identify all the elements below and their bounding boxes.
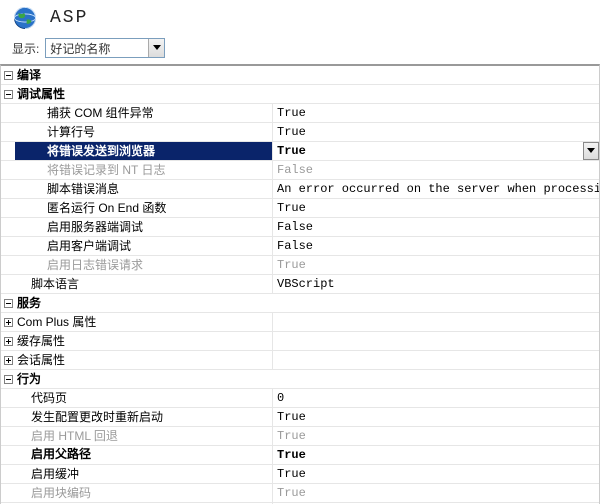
category-row[interactable]: 行为: [1, 370, 599, 389]
property-name: 启用缓冲: [15, 465, 273, 483]
category-row[interactable]: 缓存属性: [1, 332, 599, 351]
globe-icon: [12, 5, 38, 31]
property-value[interactable]: True: [273, 199, 599, 217]
property-name: 启用块编码: [15, 484, 273, 502]
exp-spacer: [1, 218, 15, 236]
page-title: ASP: [50, 8, 88, 28]
category-label: 服务: [15, 294, 599, 312]
collapse-icon[interactable]: [1, 294, 15, 312]
exp-spacer: [1, 256, 15, 274]
property-value[interactable]: True: [273, 484, 599, 502]
collapse-icon[interactable]: [1, 85, 15, 103]
property-row[interactable]: 启用缓冲True: [1, 465, 599, 484]
property-value[interactable]: 0: [273, 389, 599, 407]
filter-label: 显示:: [12, 40, 39, 57]
chevron-down-icon[interactable]: [583, 142, 599, 160]
property-value[interactable]: True: [273, 465, 599, 483]
property-name: 捕获 COM 组件异常: [15, 104, 273, 122]
property-value[interactable]: True: [273, 123, 599, 141]
chevron-down-icon: [148, 39, 164, 57]
property-row[interactable]: 启用服务器端调试False: [1, 218, 599, 237]
property-row[interactable]: 捕获 COM 组件异常True: [1, 104, 599, 123]
collapse-icon[interactable]: [1, 370, 15, 388]
exp-spacer: [1, 484, 15, 502]
property-row[interactable]: 发生配置更改时重新启动True: [1, 408, 599, 427]
category-label: 行为: [15, 370, 599, 388]
expand-icon[interactable]: [1, 332, 15, 350]
property-row[interactable]: 计算行号True: [1, 123, 599, 142]
category-label: Com Plus 属性: [15, 313, 273, 331]
property-name: 代码页: [15, 389, 273, 407]
category-label: 缓存属性: [15, 332, 273, 350]
property-row[interactable]: 启用父路径True: [1, 446, 599, 465]
property-value[interactable]: True: [273, 104, 599, 122]
exp-spacer: [1, 142, 15, 160]
property-name: 将错误记录到 NT 日志: [15, 161, 273, 179]
property-name: 将错误发送到浏览器: [15, 142, 273, 160]
property-value[interactable]: True: [273, 256, 599, 274]
property-row[interactable]: 将错误发送到浏览器True: [1, 142, 599, 161]
property-row[interactable]: 启用 HTML 回退True: [1, 427, 599, 446]
property-row[interactable]: 启用日志错误请求True: [1, 256, 599, 275]
property-name: 启用客户端调试: [15, 237, 273, 255]
property-row[interactable]: 脚本错误消息An error occurred on the server wh…: [1, 180, 599, 199]
property-value[interactable]: True: [273, 142, 599, 160]
category-row[interactable]: 服务: [1, 294, 599, 313]
expand-icon[interactable]: [1, 351, 15, 369]
exp-spacer: [1, 237, 15, 255]
property-row[interactable]: 启用客户端调试False: [1, 237, 599, 256]
category-row[interactable]: 会话属性: [1, 351, 599, 370]
property-name: 发生配置更改时重新启动: [15, 408, 273, 426]
display-filter-combo[interactable]: 好记的名称: [45, 38, 165, 58]
property-value[interactable]: True: [273, 446, 599, 464]
property-name: 计算行号: [15, 123, 273, 141]
category-row[interactable]: Com Plus 属性: [1, 313, 599, 332]
property-name: 启用服务器端调试: [15, 218, 273, 236]
property-value[interactable]: False: [273, 237, 599, 255]
category-row[interactable]: 调试属性: [1, 85, 599, 104]
category-label: 编译: [15, 66, 599, 84]
display-filter-value: 好记的名称: [46, 38, 148, 59]
exp-spacer: [1, 446, 15, 464]
exp-spacer: [1, 275, 15, 293]
exp-spacer: [1, 104, 15, 122]
expand-icon[interactable]: [1, 313, 15, 331]
category-label: 会话属性: [15, 351, 273, 369]
exp-spacer: [1, 180, 15, 198]
property-name: 启用 HTML 回退: [15, 427, 273, 445]
filter-row: 显示: 好记的名称: [0, 36, 600, 64]
category-row[interactable]: 编译: [1, 66, 599, 85]
category-label: 调试属性: [15, 85, 599, 103]
property-row[interactable]: 启用块编码True: [1, 484, 599, 503]
property-value[interactable]: VBScript: [273, 275, 599, 293]
property-grid: 编译调试属性捕获 COM 组件异常True计算行号True将错误发送到浏览器Tr…: [0, 64, 600, 504]
exp-spacer: [1, 427, 15, 445]
property-name: 启用日志错误请求: [15, 256, 273, 274]
exp-spacer: [1, 123, 15, 141]
property-row[interactable]: 将错误记录到 NT 日志False: [1, 161, 599, 180]
property-row[interactable]: 代码页0: [1, 389, 599, 408]
property-value: [273, 351, 599, 369]
page-header: ASP: [0, 0, 600, 36]
property-value[interactable]: An error occurred on the server when pro…: [273, 180, 599, 198]
property-value[interactable]: False: [273, 218, 599, 236]
property-value[interactable]: False: [273, 161, 599, 179]
property-name: 脚本语言: [15, 275, 273, 293]
collapse-icon[interactable]: [1, 66, 15, 84]
exp-spacer: [1, 199, 15, 217]
property-name: 启用父路径: [15, 446, 273, 464]
property-name: 匿名运行 On End 函数: [15, 199, 273, 217]
property-value[interactable]: True: [273, 408, 599, 426]
property-name: 脚本错误消息: [15, 180, 273, 198]
property-value[interactable]: True: [273, 427, 599, 445]
property-row[interactable]: 脚本语言VBScript: [1, 275, 599, 294]
property-row[interactable]: 匿名运行 On End 函数True: [1, 199, 599, 218]
property-value: [273, 332, 599, 350]
exp-spacer: [1, 161, 15, 179]
exp-spacer: [1, 408, 15, 426]
exp-spacer: [1, 465, 15, 483]
exp-spacer: [1, 389, 15, 407]
property-value: [273, 313, 599, 331]
